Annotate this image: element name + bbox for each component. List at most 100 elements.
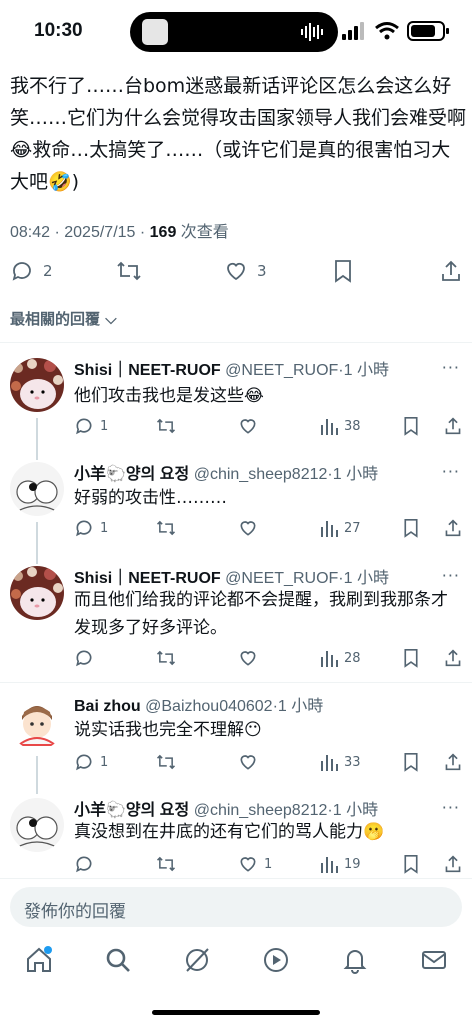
bookmark-icon [404, 753, 418, 772]
audio-wave-icon [301, 23, 323, 41]
reply-actions: 1 33 [74, 750, 468, 774]
reply-time: ·1 小時 [327, 466, 379, 483]
bookmark-icon [404, 417, 418, 436]
author-name[interactable]: Shisi｜NEET-RUOF [74, 362, 221, 379]
reply-time: ·1 小時 [338, 570, 389, 587]
bookmark-icon [404, 519, 418, 538]
reply-button[interactable] [74, 646, 100, 670]
share-button[interactable] [444, 414, 462, 438]
reply-item[interactable]: Bai zhou @Baizhou040602·1 小時 说实话我也完全不理解😶… [0, 692, 472, 794]
bookmark-button[interactable] [402, 414, 420, 438]
avatar[interactable] [10, 798, 64, 852]
reply-item[interactable]: Shisi｜NEET-RUOF @NEET_RUOF·1 小時 ··· 他们攻击… [0, 356, 472, 460]
retweet-button[interactable] [156, 750, 182, 774]
bookmark-button[interactable] [402, 516, 420, 540]
retweet-button[interactable] [116, 256, 142, 286]
retweet-button[interactable] [156, 414, 182, 438]
analytics-icon [321, 755, 338, 771]
tab-notifications[interactable] [340, 945, 370, 975]
retweet-button[interactable] [156, 516, 182, 540]
bookmark-button[interactable] [402, 852, 420, 876]
cellular-icon [342, 22, 364, 40]
views-button[interactable]: 27 [320, 516, 361, 540]
divider [0, 342, 472, 343]
author-handle[interactable]: @Baizhou040602 [145, 698, 272, 715]
tab-grok[interactable] [182, 945, 212, 975]
divider [0, 682, 472, 683]
dynamic-island[interactable] [130, 12, 338, 52]
author-handle[interactable]: @chin_sheep8212 [194, 466, 328, 483]
reply-button[interactable]: 1 [74, 750, 108, 774]
reply-sort-dropdown[interactable]: 最相關的回覆 ⌵ [10, 308, 117, 329]
like-button[interactable] [238, 646, 264, 670]
reply-button[interactable]: 1 [74, 516, 108, 540]
more-options-icon[interactable]: ··· [442, 798, 460, 817]
like-button[interactable]: 1 [238, 852, 272, 876]
reply-item[interactable]: Shisi｜NEET-RUOF @NEET_RUOF·1 小時 ··· 而且他们… [0, 564, 472, 670]
views-button[interactable]: 33 [320, 750, 361, 774]
tweet-actions: 2 3 [0, 256, 472, 286]
thread-line [36, 418, 38, 460]
views-button[interactable]: 38 [320, 414, 361, 438]
share-icon [445, 417, 461, 435]
like-button[interactable] [238, 750, 264, 774]
reply-button[interactable] [74, 852, 100, 876]
reply-actions: 1 27 [74, 516, 468, 540]
tweet-meta: 08:42 · 2025/7/15 · 169 次查看 [10, 218, 229, 242]
tab-search[interactable] [103, 945, 133, 975]
retweet-button[interactable] [156, 852, 182, 876]
reply-icon [76, 856, 92, 873]
reply-header: 小羊🐑양의 요정 @chin_sheep8212·1 小時 [74, 460, 446, 484]
author-name[interactable]: 小羊🐑양의 요정 [74, 466, 189, 483]
more-options-icon[interactable]: ··· [442, 462, 460, 481]
views-button[interactable]: 19 [320, 852, 361, 876]
share-button[interactable] [444, 516, 462, 540]
tab-home[interactable] [24, 945, 54, 975]
share-button[interactable] [444, 646, 462, 670]
more-options-icon[interactable]: ··· [442, 358, 460, 377]
reply-time: ·1 小時 [327, 802, 379, 819]
like-count: 1 [264, 856, 273, 872]
avatar[interactable] [10, 358, 64, 412]
tab-video[interactable] [261, 945, 291, 975]
author-name[interactable]: Shisi｜NEET-RUOF [74, 570, 221, 587]
home-indicator[interactable] [152, 1010, 320, 1015]
analytics-icon [321, 419, 338, 435]
bookmark-button[interactable] [402, 750, 420, 774]
author-name[interactable]: 小羊🐑양의 요정 [74, 802, 189, 819]
reply-input[interactable]: 發佈你的回覆 [10, 887, 462, 927]
reply-text: 真没想到在井底的还有它们的骂人能力🫢 [74, 822, 385, 842]
sort-label: 最相關的回覆 [10, 310, 101, 328]
share-button[interactable] [444, 750, 462, 774]
reply-item[interactable]: 小羊🐑양의 요정 @chin_sheep8212·1 小時 ··· 好弱的攻击性… [0, 460, 472, 564]
share-button[interactable] [444, 852, 462, 876]
author-handle[interactable]: @NEET_RUOF [225, 362, 338, 379]
author-handle[interactable]: @NEET_RUOF [225, 570, 338, 587]
bookmark-button[interactable] [332, 256, 354, 286]
views-button[interactable]: 28 [320, 646, 361, 670]
avatar[interactable] [10, 696, 64, 750]
reply-item[interactable]: 小羊🐑양의 요정 @chin_sheep8212·1 小時 ··· 真没想到在井… [0, 796, 472, 876]
author-name[interactable]: Bai zhou [74, 698, 141, 715]
share-button[interactable] [440, 256, 462, 286]
like-button[interactable]: 3 [224, 256, 267, 286]
retweet-button[interactable] [156, 646, 182, 670]
reply-button[interactable]: 1 [74, 414, 108, 438]
more-options-icon[interactable]: ··· [442, 566, 460, 585]
tab-messages[interactable] [419, 945, 449, 975]
retweet-icon [156, 650, 176, 666]
like-button[interactable] [238, 414, 264, 438]
reply-button[interactable]: 2 [10, 256, 53, 286]
search-icon [106, 948, 130, 972]
avatar[interactable] [10, 566, 64, 620]
grok-icon [186, 948, 209, 972]
avatar[interactable] [10, 462, 64, 516]
status-time: 10:30 [34, 20, 83, 41]
reply-icon [76, 520, 92, 537]
like-button[interactable] [238, 516, 264, 540]
author-handle[interactable]: @chin_sheep8212 [194, 802, 328, 819]
now-playing-artwork [142, 19, 168, 45]
bookmark-button[interactable] [402, 646, 420, 670]
heart-icon [240, 419, 256, 434]
retweet-icon [156, 754, 176, 770]
